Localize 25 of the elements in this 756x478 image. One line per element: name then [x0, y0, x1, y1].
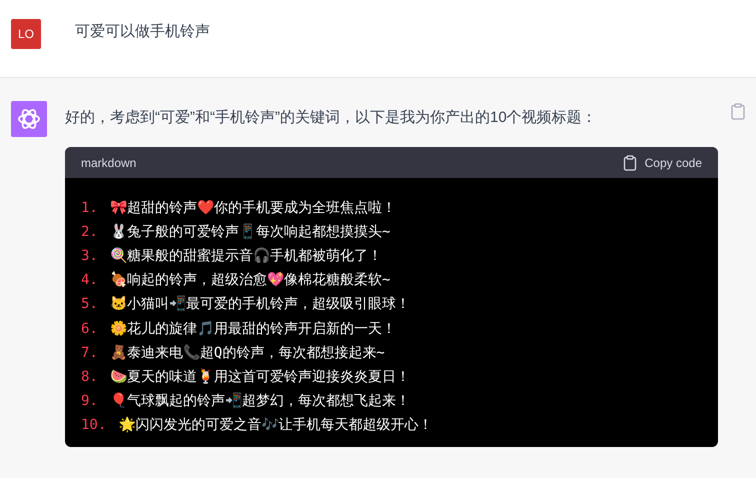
code-line: 🌼花儿的旋律🎵用最甜的铃声开启新的一天！ — [110, 320, 396, 338]
code-line: 🍖响起的铃声，超级治愈💖像棉花糖般柔软~ — [110, 271, 390, 290]
list-number: 9. — [81, 392, 98, 409]
code-line: 🎀超甜的铃声❤你的手机要成为全班焦点啦！ — [110, 199, 396, 218]
list-number: 8. — [81, 368, 98, 385]
copy-code-button[interactable]: Copy code — [622, 154, 702, 170]
list-number: 3. — [81, 248, 98, 264]
list-number: 4. — [81, 272, 98, 288]
code-line: 🧸泰迪来电📞超Q的铃声，每次都想接起来~ — [110, 344, 385, 362]
list-number: 7. — [81, 344, 98, 361]
code-line: 🍭糖果般的甜蜜提示音🎧手机都被萌化了！ — [110, 247, 382, 266]
code-line: 🌟闪闪发光的可爱之音🎶让手机每天都超级开心！ — [118, 416, 432, 434]
assistant-message: 好的，考虑到“可爱”和“手机铃声”的关键词，以下是我为你产出的10个视频标题： — [65, 108, 598, 128]
list-number: 2. — [81, 224, 98, 240]
list-number: 5. — [81, 296, 98, 312]
list-number: 1. — [81, 200, 98, 216]
code-language: markdown — [81, 156, 136, 170]
user-message: 可爱可以做手机铃声 — [75, 22, 210, 42]
list-number: 6. — [81, 320, 98, 337]
list-number: 10. — [81, 416, 106, 433]
code-line: 🍉夏天的味道🍹用这首可爱铃声迎接炎炎夏日！ — [110, 368, 410, 386]
assistant-avatar-icon — [11, 101, 47, 137]
clipboard-icon[interactable] — [731, 103, 745, 120]
clipboard-icon — [622, 154, 637, 170]
user-avatar: LO — [11, 19, 41, 49]
